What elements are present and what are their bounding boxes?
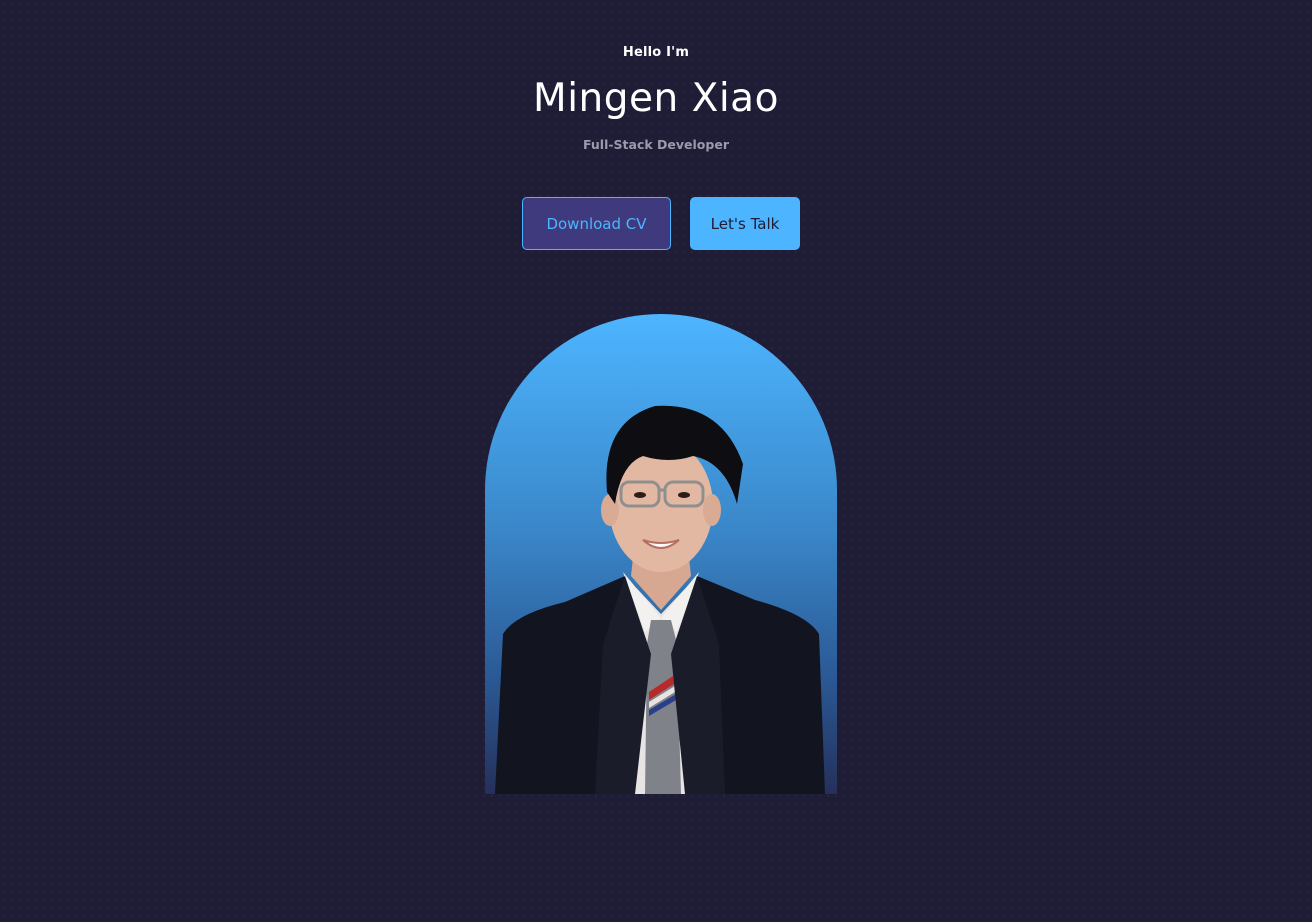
download-cv-button[interactable]: Download CV [522, 197, 671, 250]
greeting-text: Hello I'm [622, 45, 690, 60]
role-subtitle: Full-Stack Developer [582, 137, 729, 152]
page-title: Mingen Xiao [533, 76, 779, 121]
profile-photo-frame [485, 314, 837, 794]
profile-photo [495, 405, 825, 794]
lets-talk-button[interactable]: Let's Talk [690, 197, 800, 250]
